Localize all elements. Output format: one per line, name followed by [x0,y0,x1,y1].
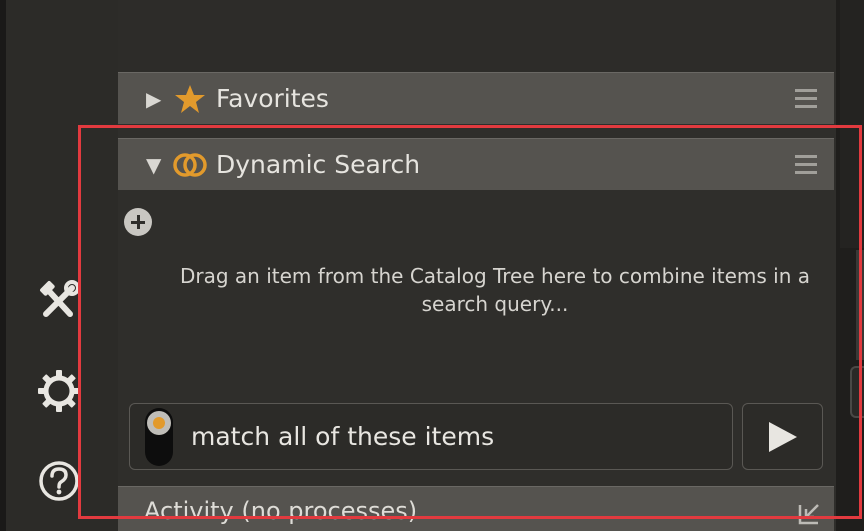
favorites-menu-icon[interactable] [786,79,826,119]
dynamic-search-header[interactable]: ▼ Dynamic Search [118,138,834,190]
dynamic-search-menu-icon[interactable] [786,145,826,185]
dynamic-search-title: Dynamic Search [216,150,421,179]
left-toolbar [0,0,118,531]
left-edge [0,0,6,531]
drop-hint: Drag an item from the Catalog Tree here … [179,264,810,316]
right-panel-box [850,366,864,418]
gear-icon[interactable] [34,366,84,416]
activity-header[interactable]: Activity (no processes) [118,486,834,531]
app-window: ▶ Favorites ▼ Dynamic Search Drag an ite… [0,0,864,531]
undock-icon[interactable] [798,501,822,529]
collapse-arrow-icon[interactable]: ▼ [146,155,166,175]
rings-icon [172,148,208,182]
star-icon [172,82,208,116]
panel-top-area [118,0,836,72]
add-item-button[interactable] [124,208,152,236]
expand-arrow-icon[interactable]: ▶ [146,89,166,109]
help-icon[interactable] [34,456,84,506]
toggle-knob [147,410,171,435]
play-icon [768,421,797,452]
match-toggle[interactable] [145,407,173,466]
activity-title: Activity (no processes) [144,497,418,525]
right-scrollbar[interactable] [856,250,864,360]
run-search-button[interactable] [742,403,823,470]
favorites-title: Favorites [216,84,329,113]
right-panel-edge [840,0,864,248]
match-label: match all of these items [191,422,495,451]
hammer-wrench-icon[interactable] [34,276,84,326]
favorites-header[interactable]: ▶ Favorites [118,72,834,124]
match-mode-control[interactable]: match all of these items [129,403,733,470]
